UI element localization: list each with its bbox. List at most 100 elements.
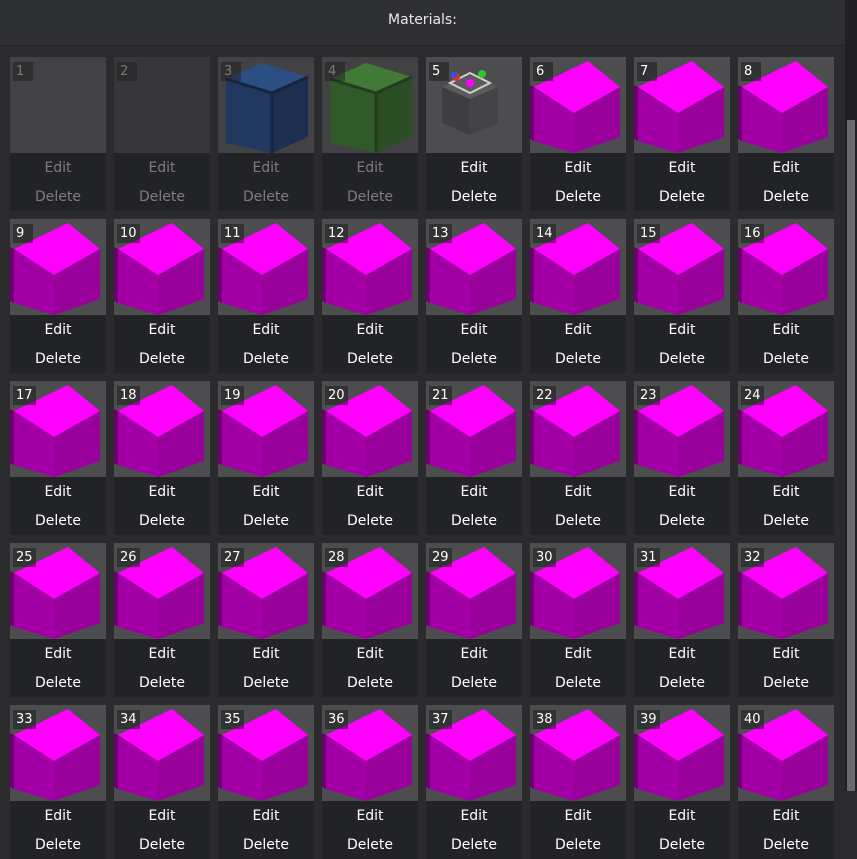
material-preview[interactable]: 1 bbox=[10, 57, 106, 153]
material-preview[interactable]: 15 bbox=[634, 219, 730, 315]
delete-button[interactable]: Delete bbox=[634, 509, 730, 533]
material-preview[interactable]: 4 bbox=[322, 57, 418, 153]
edit-button[interactable]: Edit bbox=[10, 642, 106, 666]
delete-button[interactable]: Delete bbox=[322, 347, 418, 371]
edit-button[interactable]: Edit bbox=[426, 156, 522, 180]
material-preview[interactable]: 36 bbox=[322, 705, 418, 801]
edit-button[interactable]: Edit bbox=[10, 480, 106, 504]
material-preview[interactable]: 19 bbox=[218, 381, 314, 477]
edit-button[interactable]: Edit bbox=[114, 642, 210, 666]
delete-button[interactable]: Delete bbox=[426, 347, 522, 371]
delete-button[interactable]: Delete bbox=[10, 347, 106, 371]
material-preview[interactable]: 23 bbox=[634, 381, 730, 477]
edit-button[interactable]: Edit bbox=[426, 318, 522, 342]
edit-button[interactable]: Edit bbox=[322, 318, 418, 342]
material-preview[interactable]: 3 bbox=[218, 57, 314, 153]
delete-button[interactable]: Delete bbox=[738, 833, 834, 857]
edit-button[interactable]: Edit bbox=[738, 804, 834, 828]
material-preview[interactable]: 20 bbox=[322, 381, 418, 477]
delete-button[interactable]: Delete bbox=[426, 185, 522, 209]
delete-button[interactable]: Delete bbox=[218, 833, 314, 857]
material-preview[interactable]: 22 bbox=[530, 381, 626, 477]
delete-button[interactable]: Delete bbox=[530, 671, 626, 695]
material-preview[interactable]: 39 bbox=[634, 705, 730, 801]
edit-button[interactable]: Edit bbox=[530, 804, 626, 828]
delete-button[interactable]: Delete bbox=[634, 671, 730, 695]
delete-button[interactable]: Delete bbox=[634, 185, 730, 209]
delete-button[interactable]: Delete bbox=[530, 347, 626, 371]
delete-button[interactable]: Delete bbox=[10, 671, 106, 695]
edit-button[interactable]: Edit bbox=[322, 804, 418, 828]
delete-button[interactable]: Delete bbox=[738, 509, 834, 533]
delete-button[interactable]: Delete bbox=[426, 833, 522, 857]
delete-button[interactable]: Delete bbox=[322, 509, 418, 533]
material-preview[interactable]: 27 bbox=[218, 543, 314, 639]
material-preview[interactable]: 24 bbox=[738, 381, 834, 477]
delete-button[interactable]: Delete bbox=[426, 509, 522, 533]
material-preview[interactable]: 7 bbox=[634, 57, 730, 153]
material-preview[interactable]: 2 bbox=[114, 57, 210, 153]
delete-button[interactable]: Delete bbox=[530, 185, 626, 209]
delete-button[interactable]: Delete bbox=[322, 833, 418, 857]
edit-button[interactable]: Edit bbox=[10, 318, 106, 342]
delete-button[interactable]: Delete bbox=[738, 185, 834, 209]
edit-button[interactable]: Edit bbox=[218, 804, 314, 828]
edit-button[interactable]: Edit bbox=[634, 480, 730, 504]
delete-button[interactable]: Delete bbox=[530, 509, 626, 533]
delete-button[interactable]: Delete bbox=[738, 671, 834, 695]
edit-button[interactable]: Edit bbox=[218, 642, 314, 666]
edit-button[interactable]: Edit bbox=[634, 642, 730, 666]
material-preview[interactable]: 14 bbox=[530, 219, 626, 315]
material-preview[interactable]: 11 bbox=[218, 219, 314, 315]
material-preview[interactable]: 30 bbox=[530, 543, 626, 639]
edit-button[interactable]: Edit bbox=[530, 480, 626, 504]
edit-button[interactable]: Edit bbox=[738, 156, 834, 180]
edit-button[interactable]: Edit bbox=[322, 642, 418, 666]
delete-button[interactable]: Delete bbox=[114, 509, 210, 533]
material-preview[interactable]: 9 bbox=[10, 219, 106, 315]
delete-button[interactable]: Delete bbox=[114, 833, 210, 857]
edit-button[interactable]: Edit bbox=[738, 642, 834, 666]
material-preview[interactable]: 33 bbox=[10, 705, 106, 801]
material-preview[interactable]: 32 bbox=[738, 543, 834, 639]
delete-button[interactable]: Delete bbox=[634, 347, 730, 371]
delete-button[interactable]: Delete bbox=[114, 671, 210, 695]
material-preview[interactable]: 38 bbox=[530, 705, 626, 801]
edit-button[interactable]: Edit bbox=[114, 318, 210, 342]
delete-button[interactable]: Delete bbox=[218, 509, 314, 533]
delete-button[interactable]: Delete bbox=[218, 347, 314, 371]
edit-button[interactable]: Edit bbox=[530, 642, 626, 666]
material-preview[interactable]: 34 bbox=[114, 705, 210, 801]
scrollbar-thumb[interactable] bbox=[847, 120, 855, 791]
delete-button[interactable]: Delete bbox=[114, 347, 210, 371]
delete-button[interactable]: Delete bbox=[530, 833, 626, 857]
material-preview[interactable]: 29 bbox=[426, 543, 522, 639]
scrollbar[interactable] bbox=[845, 0, 857, 791]
edit-button[interactable]: Edit bbox=[218, 318, 314, 342]
material-preview[interactable]: 16 bbox=[738, 219, 834, 315]
material-preview[interactable]: 5 bbox=[426, 57, 522, 153]
delete-button[interactable]: Delete bbox=[322, 671, 418, 695]
material-preview[interactable]: 12 bbox=[322, 219, 418, 315]
edit-button[interactable]: Edit bbox=[738, 318, 834, 342]
delete-button[interactable]: Delete bbox=[218, 671, 314, 695]
delete-button[interactable]: Delete bbox=[426, 671, 522, 695]
edit-button[interactable]: Edit bbox=[114, 804, 210, 828]
edit-button[interactable]: Edit bbox=[634, 804, 730, 828]
edit-button[interactable]: Edit bbox=[426, 642, 522, 666]
material-preview[interactable]: 18 bbox=[114, 381, 210, 477]
material-preview[interactable]: 26 bbox=[114, 543, 210, 639]
material-preview[interactable]: 8 bbox=[738, 57, 834, 153]
edit-button[interactable]: Edit bbox=[634, 318, 730, 342]
delete-button[interactable]: Delete bbox=[738, 347, 834, 371]
material-preview[interactable]: 37 bbox=[426, 705, 522, 801]
edit-button[interactable]: Edit bbox=[634, 156, 730, 180]
edit-button[interactable]: Edit bbox=[10, 804, 106, 828]
delete-button[interactable]: Delete bbox=[10, 509, 106, 533]
material-preview[interactable]: 21 bbox=[426, 381, 522, 477]
material-preview[interactable]: 40 bbox=[738, 705, 834, 801]
edit-button[interactable]: Edit bbox=[322, 480, 418, 504]
material-preview[interactable]: 13 bbox=[426, 219, 522, 315]
material-preview[interactable]: 17 bbox=[10, 381, 106, 477]
material-preview[interactable]: 31 bbox=[634, 543, 730, 639]
